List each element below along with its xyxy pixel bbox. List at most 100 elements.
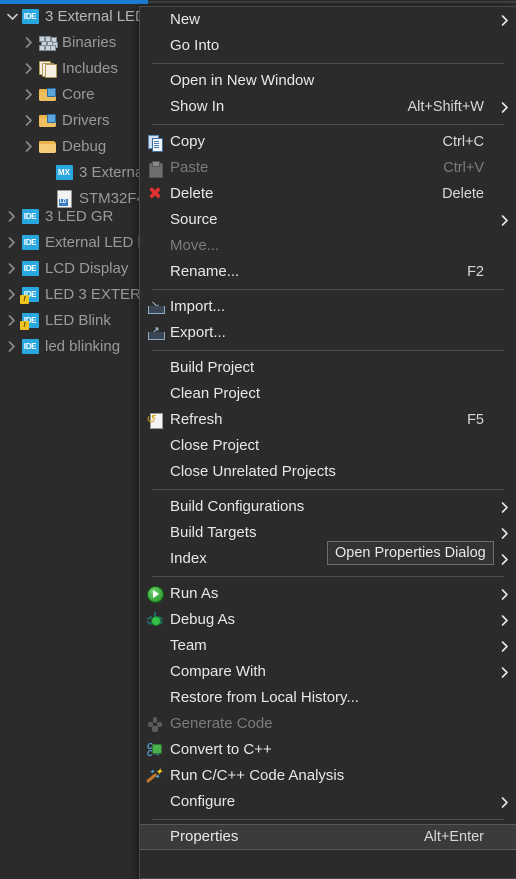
refresh-icon: ↺: [140, 407, 170, 433]
ide-project-icon: IDE: [20, 208, 40, 226]
menu-item-source[interactable]: Source: [140, 207, 516, 233]
menu-icon-none: [140, 633, 170, 659]
menu-icon-none: [140, 94, 170, 120]
tree-item-binaries[interactable]: Binaries: [0, 30, 116, 55]
twisty-collapsed-icon[interactable]: [21, 56, 37, 81]
twisty-collapsed-icon[interactable]: [4, 230, 20, 255]
menu-item-generate-code: Generate Code: [140, 711, 516, 737]
toolbar-divider: [148, 1, 516, 3]
tree-item-lcd-display[interactable]: IDE LCD Display: [0, 256, 128, 281]
tree-item-label: led blinking: [45, 338, 121, 355]
run-icon: [146, 585, 164, 603]
menu-item-close-project[interactable]: Close Project: [140, 433, 516, 459]
tooltip-text: Open Properties Dialog: [335, 545, 486, 561]
tree-item-led-3-extern[interactable]: IDE! LED 3 EXTERN: [0, 282, 152, 307]
tree-item-external-led-b[interactable]: IDE External LED b: [0, 230, 146, 255]
menu-item-debug-as[interactable]: Debug As: [140, 607, 516, 633]
menu-item-label: Show In: [170, 98, 225, 115]
includes-icon: [37, 60, 57, 78]
menu-item-label: Run C/C++ Code Analysis: [170, 767, 345, 784]
menu-item-go-into[interactable]: Go Into: [140, 33, 516, 59]
twisty-collapsed-icon[interactable]: [4, 334, 20, 359]
twisty-none: [38, 160, 54, 185]
menu-icon-none: [140, 685, 170, 711]
menu-item-shortcut: Alt+Enter: [423, 829, 484, 845]
ide-project-icon: IDE: [20, 8, 40, 26]
submenu-chevron-icon: [494, 207, 516, 233]
menu-item-refresh[interactable]: ↺ Refresh F5: [140, 407, 516, 433]
menu-item-copy[interactable]: Copy Ctrl+C: [140, 129, 516, 155]
menu-item-label: Run As: [170, 585, 219, 602]
paste-icon: [140, 155, 170, 181]
twisty-collapsed-icon[interactable]: [21, 30, 37, 55]
menu-item-label: Refresh: [170, 411, 223, 428]
convert-cpp-icon: CC→: [140, 737, 170, 763]
twisty-collapsed-icon[interactable]: [21, 108, 37, 133]
twisty-expanded-icon[interactable]: [4, 4, 20, 29]
source-folder-icon: [37, 86, 57, 104]
tree-item-3-external-led[interactable]: IDE 3 External LED: [0, 4, 146, 29]
code-analysis-icon: ✦ ✦ ✦: [146, 768, 163, 784]
menu-item-restore-from-local-history[interactable]: Restore from Local History...: [140, 685, 516, 711]
menu-item-team[interactable]: Team: [140, 633, 516, 659]
twisty-collapsed-icon[interactable]: [4, 282, 20, 307]
twisty-collapsed-icon[interactable]: [21, 82, 37, 107]
twisty-collapsed-icon[interactable]: [4, 308, 20, 333]
submenu-chevron-icon: [494, 494, 516, 520]
twisty-collapsed-icon[interactable]: [4, 256, 20, 281]
tree-item-led-blinking[interactable]: IDE led blinking: [0, 334, 120, 359]
menu-icon-none: [140, 659, 170, 685]
tree-item-debug[interactable]: Debug: [0, 134, 106, 159]
menu-icon-none: [140, 789, 170, 815]
submenu-chevron-icon: [494, 94, 516, 120]
menu-item-show-in[interactable]: Show In Alt+Shift+W: [140, 94, 516, 120]
tree-item-led-blink[interactable]: IDE! LED Blink: [0, 308, 111, 333]
tree-item-includes[interactable]: Includes: [0, 56, 118, 81]
menu-item-build-project[interactable]: Build Project: [140, 355, 516, 381]
tree-item-3-external-l[interactable]: MX 3 External L: [0, 160, 159, 185]
warning-badge-icon: !: [20, 320, 29, 330]
source-folder-icon: [38, 114, 56, 127]
menu-item-label: Import...: [170, 298, 226, 315]
convert-cpp-icon: CC→: [147, 742, 163, 758]
menu-item-paste: Paste Ctrl+V: [140, 155, 516, 181]
menu-item-shortcut: Ctrl+C: [442, 134, 485, 150]
menu-item-configure[interactable]: Configure: [140, 789, 516, 815]
menu-item-label: Build Configurations: [170, 498, 305, 515]
debug-icon: [146, 612, 164, 628]
menu-separator: [140, 285, 516, 294]
menu-icon-none: [140, 355, 170, 381]
import-icon: ↘: [147, 299, 165, 314]
ide-badge: IDE: [21, 209, 39, 224]
menu-item-convert-to-c++[interactable]: CC→ Convert to C++: [140, 737, 516, 763]
delete-icon: ✖: [147, 183, 163, 204]
twisty-collapsed-icon[interactable]: [21, 134, 37, 159]
tree-item-core[interactable]: Core: [0, 82, 95, 107]
menu-item-import[interactable]: ↘ Import...: [140, 294, 516, 320]
menu-item-build-configurations[interactable]: Build Configurations: [140, 494, 516, 520]
menu-item-new[interactable]: New: [140, 7, 516, 33]
menu-item-delete[interactable]: ✖ Delete Delete: [140, 181, 516, 207]
menu-item-label: Go Into: [170, 37, 220, 54]
menu-item-close-unrelated-projects[interactable]: Close Unrelated Projects: [140, 459, 516, 485]
menu-item-properties[interactable]: Properties Alt+Enter: [140, 824, 516, 850]
menu-item-clean-project[interactable]: Clean Project: [140, 381, 516, 407]
menu-separator: [140, 346, 516, 355]
tree-item-label: LCD Display: [45, 260, 129, 277]
twisty-collapsed-icon[interactable]: [4, 204, 20, 229]
submenu-chevron-icon: [494, 607, 516, 633]
tree-item-label: External LED b: [45, 234, 146, 251]
menu-item-export[interactable]: ↗ Export...: [140, 320, 516, 346]
menu-item-open-in-new-window[interactable]: Open in New Window: [140, 68, 516, 94]
tree-item-3-led-gr[interactable]: IDE 3 LED GR: [0, 204, 113, 229]
tree-item-drivers[interactable]: Drivers: [0, 108, 110, 133]
menu-item-run-as[interactable]: Run As: [140, 581, 516, 607]
menu-item-rename[interactable]: Rename... F2: [140, 259, 516, 285]
menu-separator: [140, 59, 516, 68]
menu-item-compare-with[interactable]: Compare With: [140, 659, 516, 685]
menu-item-run-c/c++-code-analysis[interactable]: ✦ ✦ ✦ Run C/C++ Code Analysis: [140, 763, 516, 789]
project-context-menu[interactable]: New Go Into Open in New Window Show In Alt+S…: [139, 6, 516, 879]
menu-icon-none: [140, 546, 170, 572]
menu-separator: [140, 120, 516, 129]
menu-item-label: Configure: [170, 793, 236, 810]
